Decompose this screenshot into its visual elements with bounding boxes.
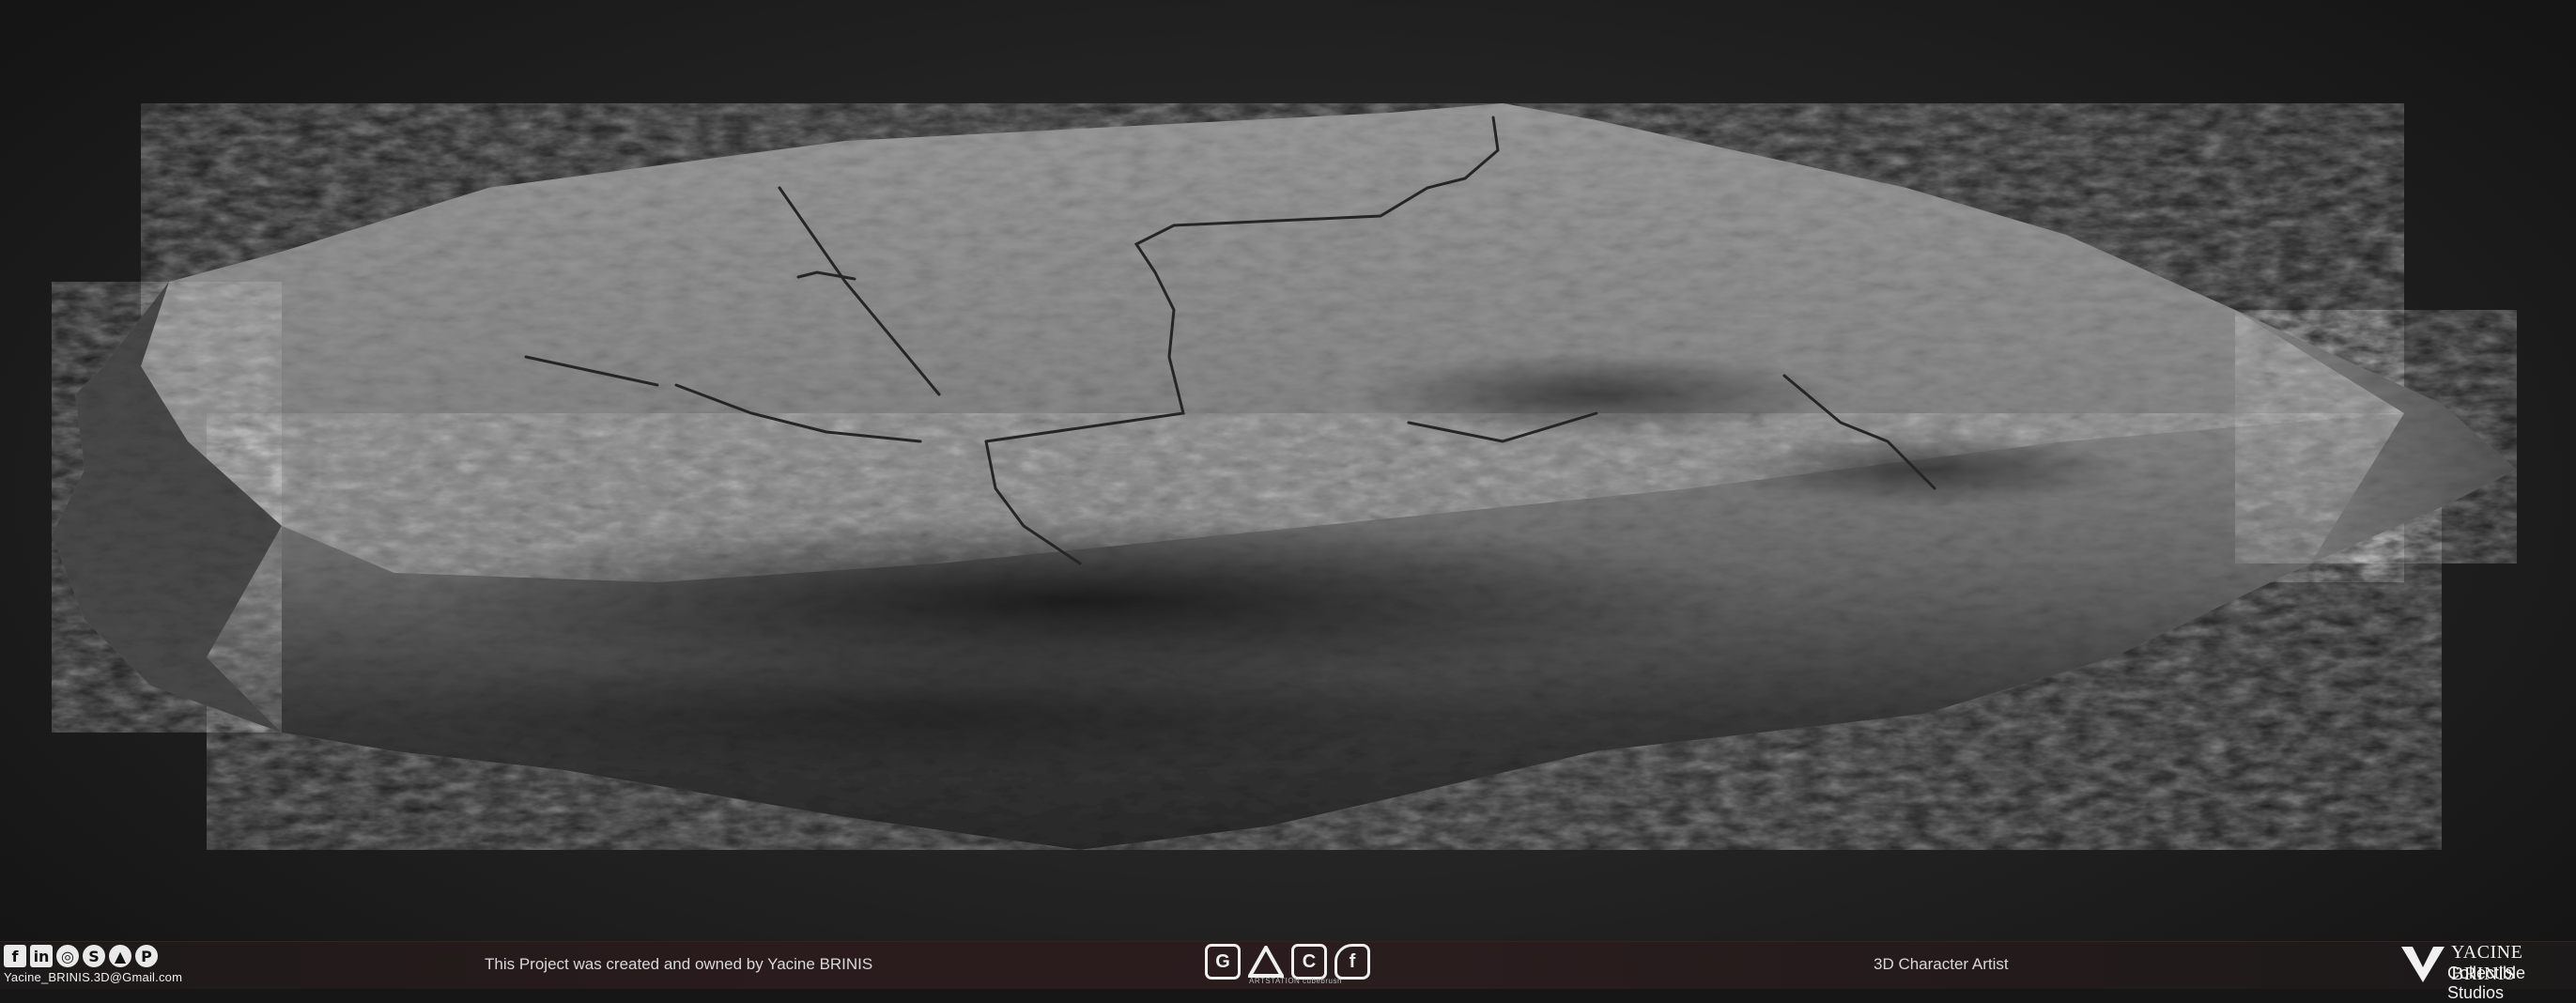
project-credit: This Project was created and owned by Ya… [485,955,873,973]
shadow-band-4 [413,648,1465,779]
brand-subtitle: Collectible Studios [2447,964,2526,1002]
pinterest-icon[interactable]: P [135,945,158,967]
social-icons: f in ◎ S ▲ P [4,945,158,967]
gumroad-icon[interactable]: G [1205,944,1241,980]
rock-sculpt-render [52,103,2517,850]
facebook-icon[interactable]: f [4,945,26,967]
shadow-band-3 [1719,432,2132,507]
store-logos: G C f [1205,944,1370,980]
linkedin-icon[interactable]: in [30,945,53,967]
brand-logo-icon [2401,947,2445,982]
artstation-icon[interactable] [1248,946,1284,978]
cubebrush-icon[interactable]: C [1291,944,1327,980]
shadow-band-2 [1352,352,1841,437]
flippednormals-icon[interactable]: f [1334,944,1370,980]
instagram-icon[interactable]: ◎ [56,945,79,967]
skype-icon[interactable]: S [83,945,105,967]
contact-email[interactable]: Yacine_BRINIS.3D@Gmail.com [4,970,182,984]
store-logos-caption: ARTSTATION cubebrush [1249,977,1342,985]
render-viewport [0,0,2576,941]
artstation-icon[interactable]: ▲ [109,945,131,967]
artist-role: 3D Character Artist [1874,955,2009,973]
